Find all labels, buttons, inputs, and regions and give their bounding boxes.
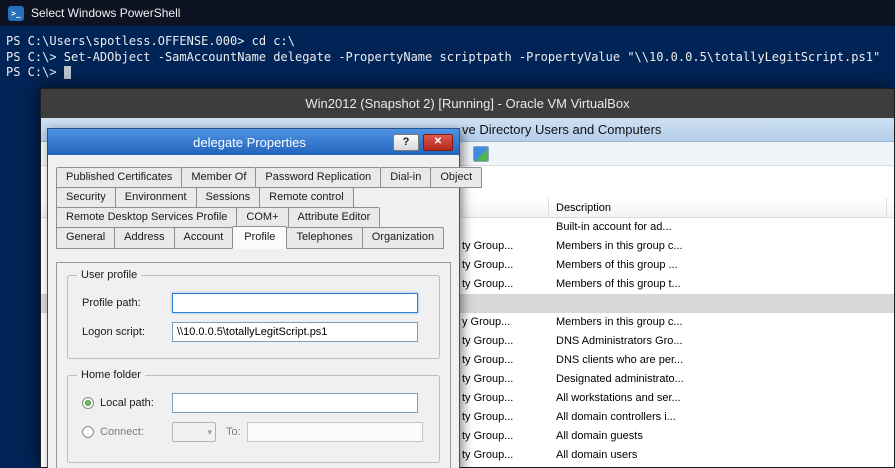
local-path-input[interactable] <box>172 393 418 413</box>
tab-password-replication[interactable]: Password Replication <box>255 167 381 188</box>
list-item-description: DNS clients who are per... <box>556 354 683 366</box>
list-item-type: ty Group... <box>462 240 513 252</box>
tab-account[interactable]: Account <box>174 227 234 249</box>
logon-script-input[interactable] <box>172 322 418 342</box>
list-item-type: y Group... <box>462 316 510 328</box>
terminal-line: PS C:\> _ <box>6 65 889 81</box>
user-profile-group: User profile Profile path: Logon script: <box>67 275 440 359</box>
connect-to-input[interactable] <box>247 422 423 442</box>
profile-path-label: Profile path: <box>82 297 172 309</box>
list-item-type: ty Group... <box>462 354 513 366</box>
toolbar-icon[interactable] <box>473 146 489 162</box>
delegate-properties-dialog: delegate Properties ? ✕ Published Certif… <box>47 128 460 468</box>
tab-row: SecurityEnvironmentSessionsRemote contro… <box>56 187 353 208</box>
list-item-type: ty Group... <box>462 278 513 290</box>
list-item-description: All domain controllers i... <box>556 411 676 423</box>
list-item-description: Members of this group t... <box>556 278 681 290</box>
tab-remote-desktop-services-profile[interactable]: Remote Desktop Services Profile <box>56 207 237 228</box>
terminal-line: PS C:\Users\spotless.OFFENSE.000> cd c:\ <box>6 34 889 50</box>
connect-radio[interactable] <box>82 426 94 438</box>
tab-com-[interactable]: COM+ <box>236 207 288 228</box>
terminal-line: PS C:\> Set-ADObject -SamAccountName del… <box>6 50 889 66</box>
dialog-tabs: Published CertificatesMember OfPassword … <box>56 167 451 249</box>
tab-published-certificates[interactable]: Published Certificates <box>56 167 182 188</box>
tab-member-of[interactable]: Member Of <box>181 167 256 188</box>
tab-address[interactable]: Address <box>114 227 174 249</box>
tab-environment[interactable]: Environment <box>115 187 197 208</box>
aduc-title: ve Directory Users and Computers <box>462 122 661 137</box>
logon-script-label: Logon script: <box>82 326 172 338</box>
help-button[interactable]: ? <box>393 134 419 151</box>
tab-remote-control[interactable]: Remote control <box>259 187 354 208</box>
list-item-type: ty Group... <box>462 430 513 442</box>
column-header-filler <box>887 198 894 217</box>
column-header-label: Description <box>556 202 611 214</box>
close-button[interactable]: ✕ <box>423 134 453 151</box>
tab-attribute-editor[interactable]: Attribute Editor <box>288 207 381 228</box>
powershell-icon: >_ <box>8 6 24 21</box>
tab-security[interactable]: Security <box>56 187 116 208</box>
list-item-type: ty Group... <box>462 335 513 347</box>
virtualbox-title: Win2012 (Snapshot 2) [Running] - Oracle … <box>305 96 629 111</box>
tab-row: GeneralAddressAccountProfileTelephonesOr… <box>56 227 443 249</box>
terminal-cursor: _ <box>64 66 71 79</box>
dialog-body: Published CertificatesMember OfPassword … <box>48 155 459 468</box>
tab-organization[interactable]: Organization <box>362 227 444 249</box>
local-path-label: Local path: <box>100 397 154 409</box>
screen: >_ Select Windows PowerShell PS C:\Users… <box>0 0 895 468</box>
connect-label: Connect: <box>100 426 144 438</box>
list-item-description: Designated administrato... <box>556 373 684 385</box>
home-folder-group-label: Home folder <box>77 369 145 381</box>
list-item-description: All domain users <box>556 449 637 461</box>
list-item-type: ty Group... <box>462 259 513 271</box>
column-header-description[interactable]: Description <box>549 198 887 217</box>
dialog-titlebar[interactable]: delegate Properties ? ✕ <box>48 129 459 155</box>
tab-row: Remote Desktop Services ProfileCOM+Attri… <box>56 207 379 228</box>
list-item-type: ty Group... <box>462 392 513 404</box>
tab-object[interactable]: Object <box>430 167 482 188</box>
list-item-description: DNS Administrators Gro... <box>556 335 683 347</box>
virtualbox-titlebar[interactable]: Win2012 (Snapshot 2) [Running] - Oracle … <box>41 89 894 118</box>
local-path-radio[interactable] <box>82 397 94 409</box>
close-icon: ✕ <box>434 137 442 147</box>
tab-row: Published CertificatesMember OfPassword … <box>56 167 481 188</box>
tab-general[interactable]: General <box>56 227 115 249</box>
list-item-type: ty Group... <box>462 449 513 461</box>
to-label: To: <box>226 426 241 438</box>
home-folder-group: Home folder Local path: Connect: <box>67 375 440 463</box>
list-item-type: ty Group... <box>462 373 513 385</box>
list-item-type: ty Group... <box>462 411 513 423</box>
chevron-down-icon: ▾ <box>207 427 212 438</box>
list-item-description: All workstations and ser... <box>556 392 681 404</box>
powershell-titlebar[interactable]: >_ Select Windows PowerShell <box>0 0 895 26</box>
tab-profile[interactable]: Profile <box>232 226 287 249</box>
powershell-title: Select Windows PowerShell <box>31 6 180 20</box>
tab-dial-in[interactable]: Dial-in <box>380 167 431 188</box>
list-item-description: Members in this group c... <box>556 240 683 252</box>
list-item-description: All domain guests <box>556 430 643 442</box>
list-item-description: Members in this group c... <box>556 316 683 328</box>
tab-sessions[interactable]: Sessions <box>196 187 261 208</box>
dialog-title: delegate Properties <box>48 135 393 150</box>
list-item-description: Members of this group ... <box>556 259 678 271</box>
profile-tab-panel: User profile Profile path: Logon script:… <box>56 262 451 468</box>
drive-letter-select[interactable]: ▾ <box>172 422 216 442</box>
profile-path-input[interactable] <box>172 293 418 313</box>
list-item-description: Built-in account for ad... <box>556 221 672 233</box>
tab-telephones[interactable]: Telephones <box>286 227 362 249</box>
user-profile-group-label: User profile <box>77 269 141 281</box>
